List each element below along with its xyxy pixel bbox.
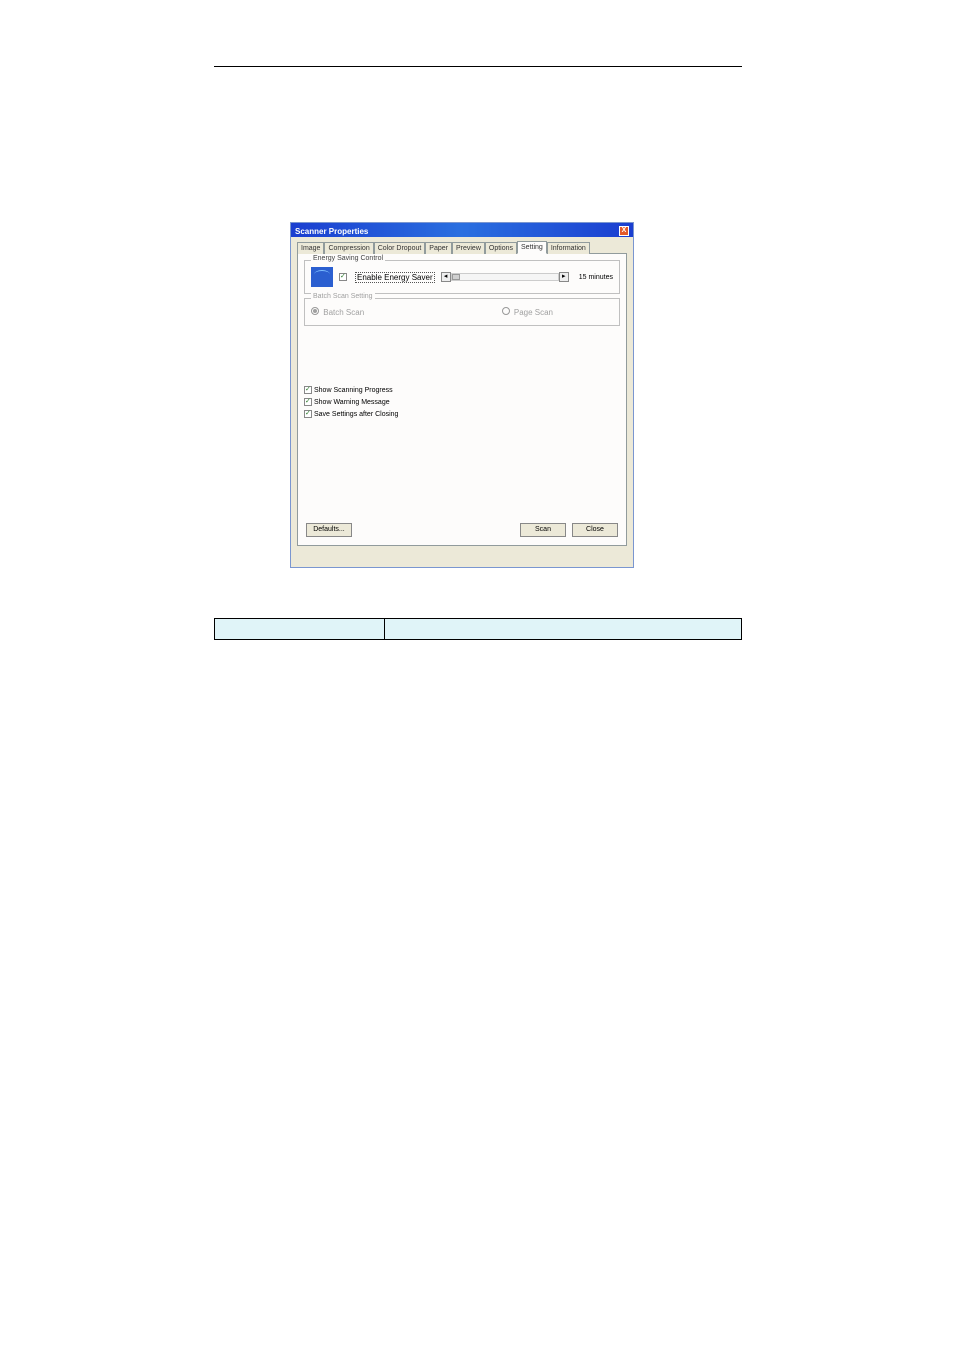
scan-button[interactable]: Scan <box>520 523 566 537</box>
tab-color-dropout[interactable]: Color Dropout <box>374 242 426 254</box>
energy-saving-group: Energy Saving Control Enable Energy Save… <box>304 260 620 294</box>
batch-scan-group: Batch Scan Setting Batch Scan Page Scan <box>304 298 620 326</box>
tab-preview[interactable]: Preview <box>452 242 485 254</box>
table-row <box>215 619 742 640</box>
energy-saver-slider[interactable]: ◂ ▸ <box>441 272 569 282</box>
table-cell-heading <box>215 619 385 640</box>
tab-image[interactable]: Image <box>297 242 324 254</box>
save-settings-after-closing-label: Save Settings after Closing <box>314 411 398 418</box>
energy-saving-title: Energy Saving Control <box>311 255 385 262</box>
titlebar: Scanner Properties X <box>291 223 633 237</box>
header-rule <box>214 66 742 67</box>
save-settings-after-closing-checkbox[interactable] <box>304 410 312 418</box>
show-scanning-progress-label: Show Scanning Progress <box>314 387 393 394</box>
enable-energy-saver-checkbox[interactable] <box>339 273 347 281</box>
setting-panel: Energy Saving Control Enable Energy Save… <box>297 254 627 546</box>
slider-left-icon[interactable]: ◂ <box>441 272 451 282</box>
description-table <box>214 618 742 640</box>
dialog-title: Scanner Properties <box>295 227 368 236</box>
energy-star-icon <box>311 267 333 287</box>
scanner-properties-dialog: Scanner Properties X Image Compression C… <box>290 222 634 568</box>
dialog-button-row: Defaults... Scan Close <box>306 523 618 537</box>
page-scan-radio <box>502 307 510 315</box>
tab-information[interactable]: Information <box>547 242 590 254</box>
show-warning-message-label: Show Warning Message <box>314 399 390 406</box>
slider-thumb[interactable] <box>452 274 460 280</box>
slider-right-icon[interactable]: ▸ <box>559 272 569 282</box>
slider-value-label: 15 minutes <box>579 274 613 281</box>
show-scanning-progress-checkbox[interactable] <box>304 386 312 394</box>
batch-scan-radio <box>311 307 319 315</box>
close-icon[interactable]: X <box>619 226 629 236</box>
tab-options[interactable]: Options <box>485 242 517 254</box>
slider-bar[interactable] <box>451 273 559 281</box>
page-scan-label: Page Scan <box>514 308 553 317</box>
defaults-button[interactable]: Defaults... <box>306 523 352 537</box>
tab-compression[interactable]: Compression <box>324 242 373 254</box>
page-scan-option: Page Scan <box>502 307 553 317</box>
options-checklist: Show Scanning Progress Show Warning Mess… <box>304 386 620 418</box>
batch-scan-title: Batch Scan Setting <box>311 293 375 300</box>
table-cell-body <box>385 619 742 640</box>
batch-scan-label: Batch Scan <box>323 308 364 317</box>
tab-paper[interactable]: Paper <box>425 242 452 254</box>
close-button[interactable]: Close <box>572 523 618 537</box>
enable-energy-saver-label: Enable Energy Saver <box>355 272 435 283</box>
tab-setting[interactable]: Setting <box>517 241 547 254</box>
tab-strip: Image Compression Color Dropout Paper Pr… <box>297 241 627 254</box>
batch-scan-option: Batch Scan <box>311 307 364 317</box>
show-warning-message-checkbox[interactable] <box>304 398 312 406</box>
